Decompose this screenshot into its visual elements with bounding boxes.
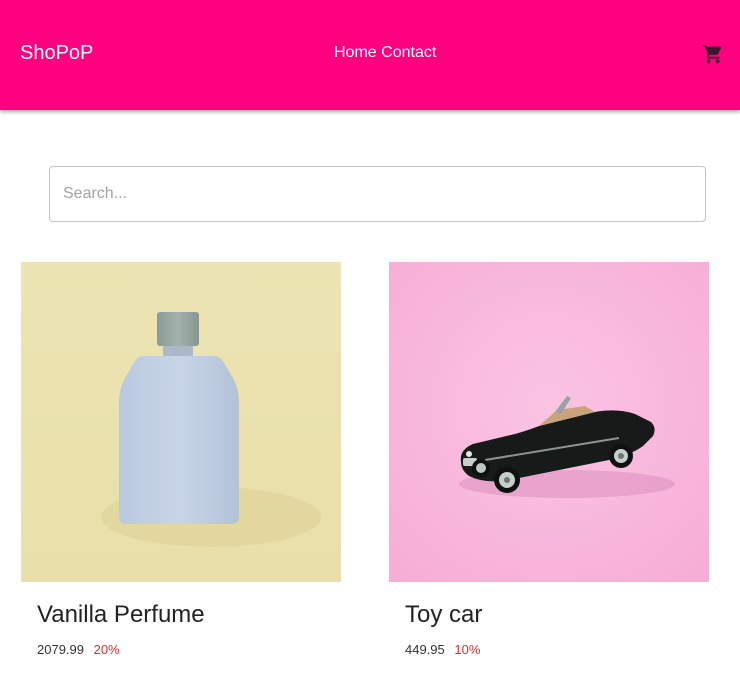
product-meta: 449.95 10% xyxy=(405,642,480,657)
search-box xyxy=(49,166,706,222)
search-input[interactable] xyxy=(49,166,706,222)
product-title[interactable]: Vanilla Perfume xyxy=(37,601,205,629)
nav-links: Home Contact xyxy=(334,44,436,62)
brand-logo[interactable]: ShoPoP xyxy=(20,41,93,65)
nav-contact-link[interactable]: Contact xyxy=(381,44,436,61)
app-header: ShoPoP Home Contact xyxy=(0,0,740,110)
product-price: 449.95 xyxy=(405,642,445,657)
product-card[interactable]: Toy car 449.95 10% xyxy=(389,262,709,657)
product-meta: 2079.99 20% xyxy=(37,642,120,657)
product-title[interactable]: Toy car xyxy=(405,601,482,629)
toy-car-image xyxy=(389,262,709,582)
perfume-bottle-image xyxy=(21,262,341,582)
product-discount: 10% xyxy=(454,642,481,657)
nav-home-link[interactable]: Home xyxy=(334,44,377,61)
cart-button[interactable] xyxy=(702,43,724,65)
product-discount: 20% xyxy=(93,642,120,657)
product-price: 2079.99 xyxy=(37,642,84,657)
shopping-cart-icon xyxy=(702,44,722,64)
product-card[interactable]: Vanilla Perfume 2079.99 20% xyxy=(21,262,341,657)
